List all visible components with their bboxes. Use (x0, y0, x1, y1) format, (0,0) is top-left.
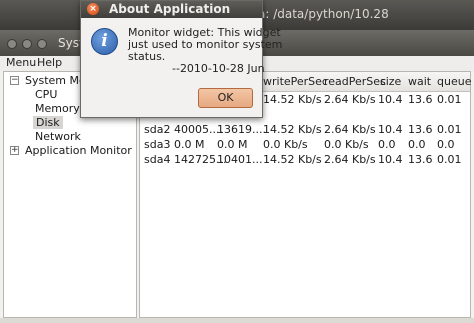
cell-queue: 0.0 (437, 138, 455, 151)
cell-used: 0.0 M (217, 138, 248, 151)
info-icon: i (91, 28, 118, 55)
cell-writepersec: 14.52 Kb/s (263, 153, 322, 166)
cell-writepersec: 14.52 Kb/s (263, 123, 322, 136)
dialog-titlebar: × About Application (81, 1, 262, 18)
cell-wait: 0.0 (408, 138, 426, 151)
tree-item-label: CPU (35, 88, 58, 101)
cell-used: 10401... (217, 153, 263, 166)
status-strip (0, 318, 474, 323)
cell-total: 40005.... (174, 123, 223, 136)
dialog-date-line: --2010-10-28 Jun (172, 62, 265, 75)
minimize-window-button[interactable] (22, 39, 32, 49)
cell-size: 10.4 (378, 93, 403, 106)
tree-item-application-monitor[interactable]: + Application Monitor (8, 144, 136, 158)
cell-writepersec: 14.52 Kb/s (263, 93, 322, 106)
close-window-button[interactable] (7, 39, 17, 49)
cell-wait: 13.6 (408, 153, 433, 166)
cell-used: 13619.... (217, 123, 266, 136)
cell-size: 10.4 (378, 123, 403, 136)
about-dialog: × About Application i Monitor widget: Th… (80, 0, 282, 118)
tree-item-disk[interactable]: Disk (32, 116, 136, 130)
ok-button[interactable]: OK (198, 88, 253, 108)
close-icon[interactable]: × (87, 3, 99, 15)
tree-item-label-selected: Disk (33, 116, 63, 129)
cell-device: sda2 (144, 123, 171, 136)
table-row[interactable]: sda2 40005.... 13619.... 14.52 Kb/s 2.64… (140, 123, 470, 138)
cell-queue: 0.01 (437, 123, 462, 136)
tree-item-network[interactable]: Network (8, 130, 136, 144)
cell-readpersec: 2.64 Kb/s (324, 93, 376, 106)
cell-size: 10.4 (378, 153, 403, 166)
maximize-window-button[interactable] (37, 39, 47, 49)
table-row[interactable]: sda3 0.0 M 0.0 M 0.0 Kb/s 0.0 Kb/s 0.0 0… (140, 138, 470, 153)
menu-menu[interactable]: Menu (6, 56, 36, 69)
cell-total: 0.0 M (174, 138, 205, 151)
column-header-readpersec[interactable]: readPerSec (324, 75, 386, 88)
column-header-wait[interactable]: wait (408, 75, 431, 88)
table-row[interactable]: sda4 142725... 10401... 14.52 Kb/s 2.64 … (140, 153, 470, 168)
cell-size: 0.0 (378, 138, 396, 151)
cell-wait: 13.6 (408, 123, 433, 136)
dialog-message-line: status. (128, 50, 166, 63)
cell-device: sda3 (144, 138, 171, 151)
background-window-title: a: /data/python/10.28 (258, 7, 389, 21)
cell-device: sda4 (144, 153, 171, 166)
column-header-size[interactable]: size (380, 75, 401, 88)
tree-item-label: Network (35, 130, 81, 143)
cell-wait: 13.6 (408, 93, 433, 106)
cell-readpersec: 2.64 Kb/s (324, 153, 376, 166)
tree-item-label: Memory (35, 102, 80, 115)
cell-readpersec: 2.64 Kb/s (324, 123, 376, 136)
column-header-writepersec[interactable]: writePerSec (263, 75, 328, 88)
cell-writepersec: 0.0 Kb/s (263, 138, 308, 151)
cell-readpersec: 0.0 Kb/s (324, 138, 369, 151)
tree-item-label: Application Monitor (25, 144, 132, 157)
cell-queue: 0.01 (437, 93, 462, 106)
menu-help[interactable]: Help (37, 56, 62, 69)
column-header-queue[interactable]: queue (437, 75, 471, 88)
dialog-title: About Application (109, 2, 231, 16)
collapse-expander-icon[interactable]: − (10, 76, 19, 85)
cell-queue: 0.01 (437, 153, 462, 166)
expand-expander-icon[interactable]: + (10, 146, 19, 155)
